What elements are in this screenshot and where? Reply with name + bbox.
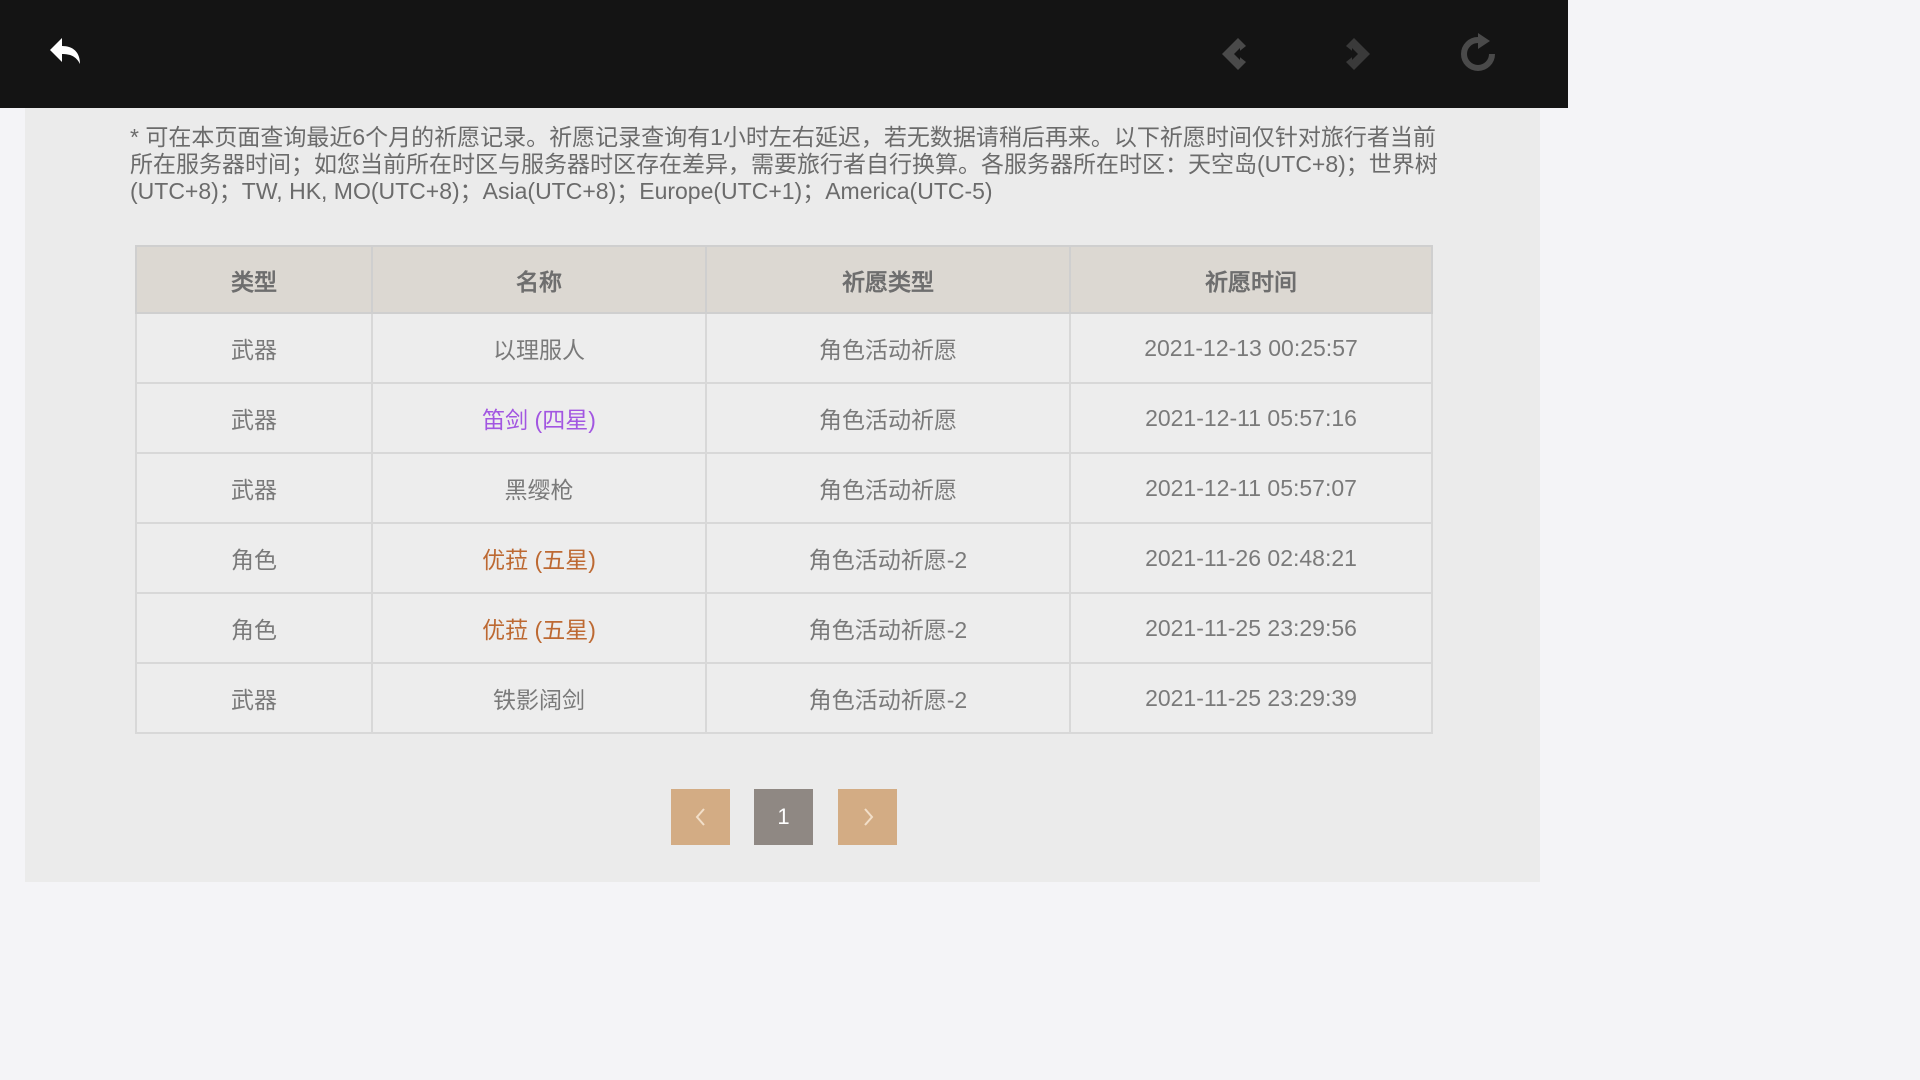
- refresh-button[interactable]: [1452, 28, 1504, 80]
- back-button[interactable]: [42, 28, 94, 80]
- table-row: 武器 以理服人 角色活动祈愿 2021-12-13 00:25:57: [135, 312, 1433, 384]
- nav-forward-icon: [1346, 38, 1370, 70]
- cell-wish-time: 2021-11-26 02:48:21: [1069, 522, 1433, 594]
- cell-name: 优菈 (五星): [371, 522, 707, 594]
- cell-name: 以理服人: [371, 312, 707, 384]
- column-header-wish-type: 祈愿类型: [705, 245, 1071, 314]
- table-row: 武器 笛剑 (四星) 角色活动祈愿 2021-12-11 05:57:16: [135, 382, 1433, 454]
- nav-forward-button[interactable]: [1330, 28, 1382, 80]
- top-toolbar: [0, 0, 1568, 108]
- cell-type: 角色: [135, 522, 373, 594]
- cell-type: 武器: [135, 662, 373, 734]
- nav-back-button[interactable]: [1210, 28, 1262, 80]
- cell-name: 黑缨枪: [371, 452, 707, 524]
- cell-wish-time: 2021-11-25 23:29:56: [1069, 592, 1433, 664]
- refresh-icon: [1461, 33, 1495, 71]
- cell-wish-type: 角色活动祈愿-2: [705, 522, 1071, 594]
- cell-wish-time: 2021-12-13 00:25:57: [1069, 312, 1433, 384]
- cell-type: 武器: [135, 452, 373, 524]
- cell-type: 武器: [135, 312, 373, 384]
- table-row: 角色 优菈 (五星) 角色活动祈愿-2 2021-11-26 02:48:21: [135, 522, 1433, 594]
- cell-type: 武器: [135, 382, 373, 454]
- content-panel: * 可在本页面查询最近6个月的祈愿记录。祈愿记录查询有1小时左右延迟，若无数据请…: [25, 108, 1540, 882]
- cell-wish-time: 2021-12-11 05:57:07: [1069, 452, 1433, 524]
- prev-page-button[interactable]: [671, 789, 730, 845]
- cell-wish-time: 2021-11-25 23:29:39: [1069, 662, 1433, 734]
- nav-back-icon: [1222, 38, 1246, 70]
- cell-wish-time: 2021-12-11 05:57:16: [1069, 382, 1433, 454]
- page-number-button[interactable]: 1: [754, 789, 813, 845]
- cell-type: 角色: [135, 592, 373, 664]
- cell-wish-type: 角色活动祈愿: [705, 312, 1071, 384]
- cell-wish-type: 角色活动祈愿: [705, 382, 1071, 454]
- table-row: 武器 铁影阔剑 角色活动祈愿-2 2021-11-25 23:29:39: [135, 662, 1433, 734]
- cell-name: 铁影阔剑: [371, 662, 707, 734]
- column-header-wish-time: 祈愿时间: [1069, 245, 1433, 314]
- column-header-type: 类型: [135, 245, 373, 314]
- timezone-notice: * 可在本页面查询最近6个月的祈愿记录。祈愿记录查询有1小时左右延迟，若无数据请…: [130, 124, 1438, 204]
- table-row: 角色 优菈 (五星) 角色活动祈愿-2 2021-11-25 23:29:56: [135, 592, 1433, 664]
- cell-wish-type: 角色活动祈愿: [705, 452, 1071, 524]
- cell-name: 优菈 (五星): [371, 592, 707, 664]
- back-arrow-icon: [50, 38, 80, 64]
- table-row: 武器 黑缨枪 角色活动祈愿 2021-12-11 05:57:07: [135, 452, 1433, 524]
- column-header-name: 名称: [371, 245, 707, 314]
- wish-history-table: 类型 名称 祈愿类型 祈愿时间 武器 以理服人 角色活动祈愿 2021-12-13 0…: [135, 245, 1433, 734]
- cell-wish-type: 角色活动祈愿-2: [705, 592, 1071, 664]
- cell-name: 笛剑 (四星): [371, 382, 707, 454]
- table-header-row: 类型 名称 祈愿类型 祈愿时间: [135, 245, 1433, 314]
- chevron-left-icon: [695, 808, 705, 826]
- next-page-button[interactable]: [838, 789, 897, 845]
- chevron-right-icon: [863, 808, 873, 826]
- cell-wish-type: 角色活动祈愿-2: [705, 662, 1071, 734]
